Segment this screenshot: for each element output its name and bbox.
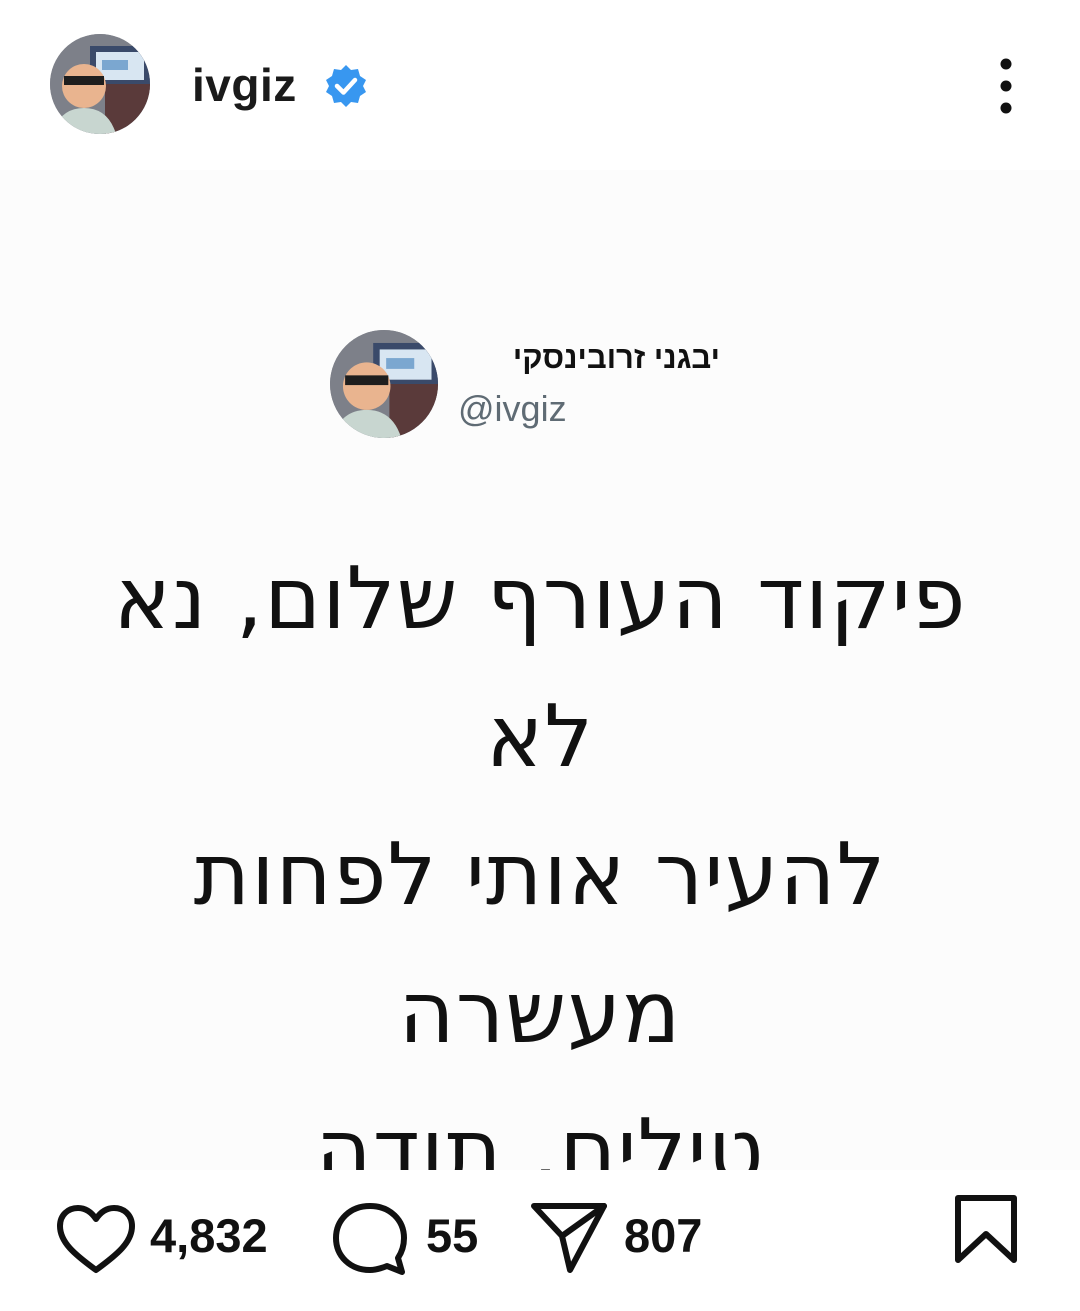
tweet-avatar-photo	[330, 330, 438, 438]
tweet-text-line: פיקוד העורף שלום, נא לא	[113, 549, 967, 787]
share-count[interactable]: 807	[624, 1208, 702, 1263]
tweet-text: פיקוד העורף שלום, נא לא להעיר אותי לפחות…	[90, 530, 990, 1220]
send-icon[interactable]	[530, 1200, 610, 1276]
comment-count[interactable]: 55	[426, 1208, 478, 1263]
bookmark-icon[interactable]	[952, 1194, 1020, 1266]
verified-badge-icon	[326, 65, 366, 107]
tweet-text-line: להעיר אותי לפחות מעשרה	[193, 825, 887, 1063]
action-bar: 4,832 55 807	[0, 1170, 1080, 1311]
tweet-avatar	[330, 330, 438, 438]
more-vertical-icon[interactable]	[985, 56, 1027, 116]
tweet-handle: @ivgiz	[458, 388, 567, 429]
tweet-display-name: יבגני זרובינסקי	[512, 340, 720, 375]
tweet-author: יבגני זרובינסקי @ivgiz	[330, 330, 750, 440]
heart-icon[interactable]	[56, 1204, 136, 1276]
like-count[interactable]: 4,832	[150, 1208, 268, 1263]
post-header: ivgiz	[0, 0, 1080, 170]
comment-icon[interactable]	[330, 1200, 410, 1280]
post-image[interactable]: יבגני זרובינסקי @ivgiz פיקוד העורף שלום,…	[0, 170, 1080, 1201]
avatar-photo	[50, 34, 150, 134]
username[interactable]: ivgiz	[192, 58, 297, 112]
profile-avatar[interactable]	[50, 34, 150, 134]
